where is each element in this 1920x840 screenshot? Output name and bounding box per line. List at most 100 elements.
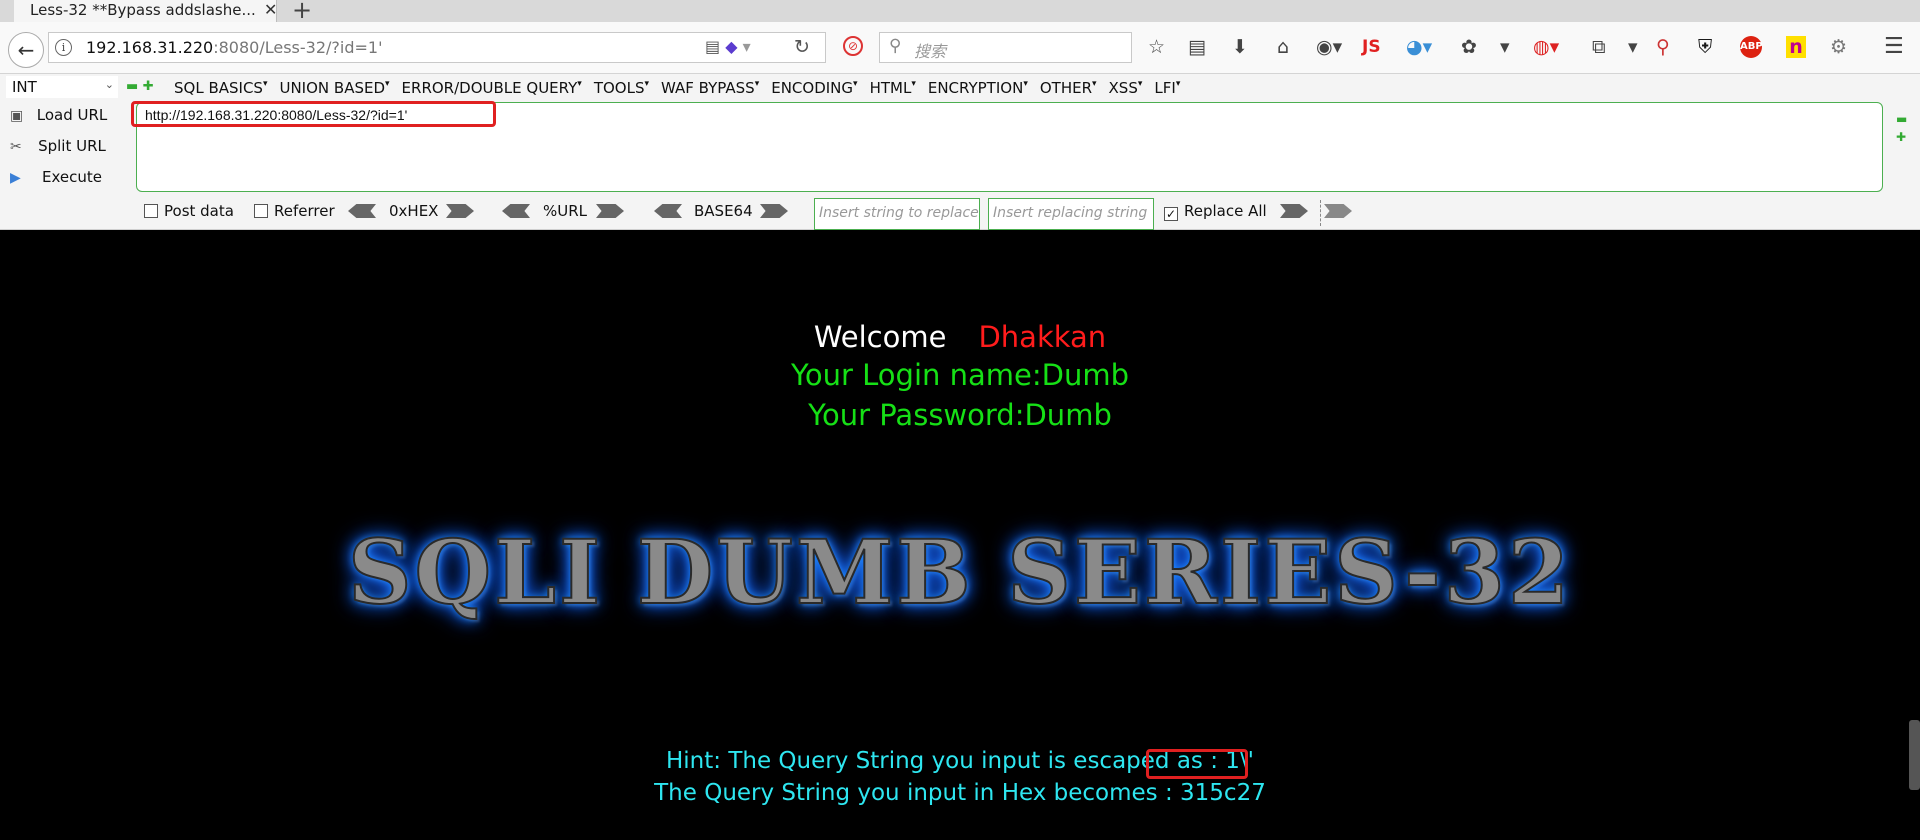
chrome-icon[interactable]: ◕▾ [1406,36,1432,58]
load-url-label: Load URL [36,106,108,124]
checkbox-box [144,204,158,218]
hackbar-panel: INT ⌄ ▬ ✚ SQL BASICS UNION BASED ERROR/DOU… [0,74,1920,230]
replace-string-input[interactable]: Insert string to replace [814,198,980,230]
browser-tab[interactable]: Less-32 **Bypass addslashe... ✕ [14,0,277,22]
welcome-name: Dhakkan [978,320,1107,354]
hex-text: The Query String you input in Hex become… [654,780,1266,806]
hackbar-menu: SQL BASICS UNION BASED ERROR/DOUBLE QUERY T… [174,78,1192,97]
divider [1320,200,1321,226]
dropdown-icon[interactable]: ▾ [743,37,751,56]
menu-union-based[interactable]: UNION BASED [279,79,389,97]
search-placeholder: 搜索 [914,42,947,61]
menu-waf-bypass[interactable]: WAF BYPASS [661,79,759,97]
globe-icon[interactable]: ◉▾ [1316,36,1342,58]
welcome-text: Welcome [813,320,947,354]
replace-all-label: Replace All [1184,202,1267,220]
mode-select[interactable]: INT ⌄ [6,76,118,98]
referrer-label: Referrer [274,202,335,220]
page-content: Welcome Dhakkan Your Login name:Dumb Your… [0,230,1920,840]
reload-icon[interactable]: ↻ [794,36,810,58]
hex-decode-arrow-icon[interactable] [348,204,376,218]
js-icon[interactable]: JS [1362,36,1381,58]
menu-html[interactable]: HTML [870,79,916,97]
gear-icon[interactable]: ⚙ [1830,36,1847,58]
resize-icons[interactable]: ▬ ✚ [1896,110,1907,146]
address-text[interactable]: 192.168.31.220:8080/Less-32/?id=1' [86,38,382,57]
split-url-button[interactable]: ✂ Split URL [10,137,112,155]
menu-encoding[interactable]: ENCODING [771,79,857,97]
url-highlight-box [131,101,496,127]
palette-icon[interactable]: ✿ [1461,36,1477,58]
close-icon[interactable]: ✕ [264,0,276,19]
hackbar-toggle-icons[interactable]: ▬ ✚ [126,79,154,94]
address-bar[interactable]: i 192.168.31.220:8080/Less-32/?id=1' ▤ ◆… [48,32,826,63]
block-icon[interactable]: ⊘ [843,36,863,56]
menu-lfi[interactable]: LFI [1154,79,1180,97]
split-url-icon: ✂ [10,139,22,155]
menu-tools[interactable]: TOOLS [594,79,649,97]
hint-highlight-box [1146,749,1248,779]
abp-icon[interactable]: ABP [1740,36,1763,58]
tab-strip: Less-32 **Bypass addslashe... ✕ + [0,0,1920,24]
series-banner: SQLI DUMB SERIES-32 [347,519,1573,625]
base64-decode-arrow-icon[interactable] [654,204,682,218]
replacing-string-input[interactable]: Insert replacing string [988,198,1154,230]
hamburger-menu-icon[interactable]: ☰ [1884,36,1904,58]
address-path: :8080/Less-32/?id=1' [213,38,383,57]
replace-arrow-icon[interactable] [1280,204,1308,218]
load-url-button[interactable]: ▣ Load URL [10,106,112,124]
back-arrow-icon[interactable]: ← [8,32,44,68]
chevron-down-icon: ⌄ [104,78,114,91]
info-icon[interactable]: i [55,39,72,56]
mode-select-value: INT [12,78,37,96]
copy-icon[interactable]: ⧉ [1592,36,1606,58]
welcome-line: Welcome Dhakkan [0,320,1920,354]
base64-label: BASE64 [694,202,753,220]
execute-icon: ▶ [10,170,21,186]
hackbar-options: Post data Referrer 0xHEX %URL BASE64 Ins… [0,198,1920,230]
checkbox-box [254,204,268,218]
login-name-text: Your Login name:Dumb [791,358,1129,392]
url-encode-arrow-icon[interactable] [596,204,624,218]
post-data-checkbox[interactable]: Post data [144,202,234,220]
replace-all-arrow-icon[interactable] [1324,204,1352,218]
menu-xss[interactable]: XSS [1109,79,1143,97]
screenshot-icon[interactable]: ◍▾ [1533,36,1559,58]
post-data-label: Post data [164,202,234,220]
menu-other[interactable]: OTHER [1040,79,1097,97]
bookmark-star-icon[interactable]: ☆ [1148,36,1165,58]
new-tab-icon[interactable]: + [292,0,312,24]
search-icon: ⚲ [889,36,902,56]
checkbox-checked-icon: ✓ [1164,207,1178,221]
reading-list-icon[interactable]: ▤ [1188,36,1206,58]
menu-encryption[interactable]: ENCRYPTION [928,79,1028,97]
search-bar[interactable]: ⚲ 搜索 [879,32,1132,63]
zoom-icon[interactable]: ⚲ [1656,36,1670,58]
extension-icon[interactable]: ◆ [725,37,737,56]
menu-error-double-query[interactable]: ERROR/DOUBLE QUERY [402,79,582,97]
tab-title: Less-32 **Bypass addslashe... [30,1,256,19]
address-bar-icons: ▤ ◆ ▾ [705,37,751,56]
dropdown-icon[interactable]: ▾ [1628,36,1638,58]
reader-icon[interactable]: ▤ [705,37,720,56]
navigation-bar: ← i 192.168.31.220:8080/Less-32/?id=1' ▤… [0,22,1920,74]
split-url-label: Split URL [38,137,106,155]
base64-encode-arrow-icon[interactable] [760,204,788,218]
menu-dropdown-icon[interactable]: ▾ [1500,36,1510,58]
menu-sql-basics[interactable]: SQL BASICS [174,79,267,97]
password-text: Your Password:Dumb [808,398,1112,432]
replace-all-checkbox[interactable]: ✓ Replace All [1164,202,1267,221]
url-decode-arrow-icon[interactable] [502,204,530,218]
notes-icon[interactable]: n [1786,36,1806,58]
load-url-icon: ▣ [10,108,24,124]
home-icon[interactable]: ⌂ [1277,36,1289,58]
hex-encode-arrow-icon[interactable] [446,204,474,218]
address-host: 192.168.31.220 [86,38,214,57]
scroll-handle[interactable] [1909,720,1920,790]
hint-text: Hint: The Query String you input is esca… [665,748,1254,774]
download-icon[interactable]: ⬇ [1232,36,1248,58]
execute-button[interactable]: ▶ Execute [10,168,112,186]
referrer-checkbox[interactable]: Referrer [254,202,335,220]
shield-icon[interactable]: ⛨ [1698,36,1712,58]
hex-label: 0xHEX [389,202,439,220]
